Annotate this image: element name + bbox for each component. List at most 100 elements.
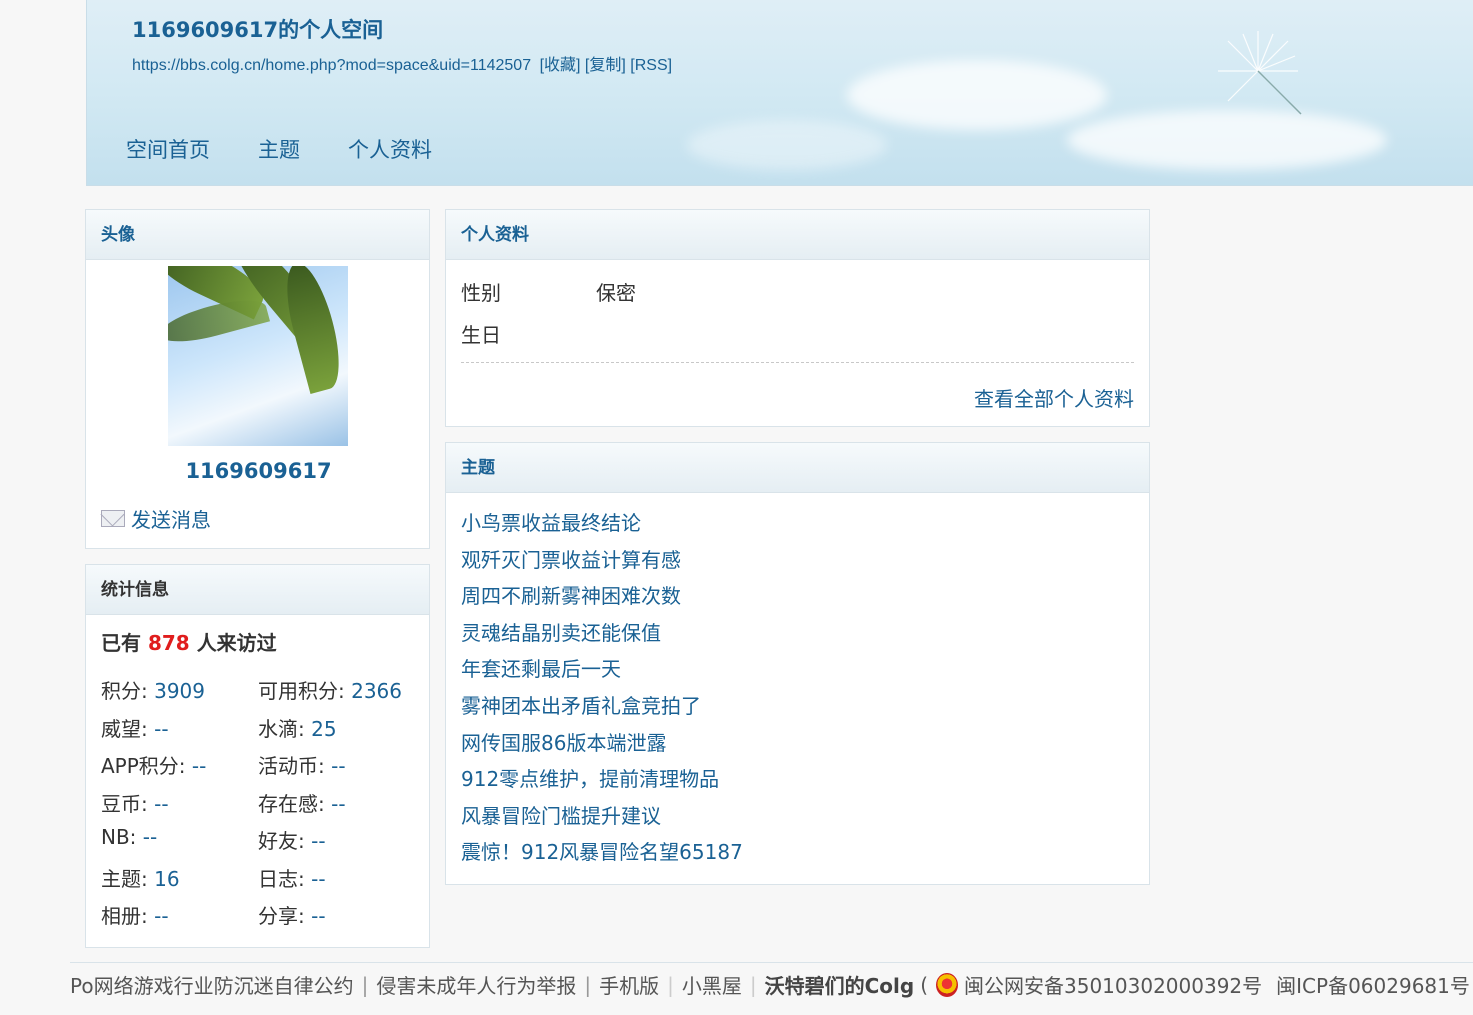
footer-link-mobile[interactable]: 手机版 bbox=[599, 970, 659, 999]
stat-value[interactable]: 25 bbox=[311, 717, 336, 741]
footer-separator: | bbox=[749, 972, 757, 997]
topic-link[interactable]: 雾神团本出矛盾礼盒竞拍了 bbox=[461, 694, 701, 718]
stat-item: 水滴: 25 bbox=[258, 713, 337, 742]
topic-link[interactable]: 震惊！912风暴冒险名望65187 bbox=[461, 840, 743, 864]
stat-item: 相册: -- bbox=[101, 900, 169, 929]
footer-link-selfdiscipline[interactable]: Po网络游戏行业防沉迷自律公约 bbox=[70, 970, 354, 999]
stat-label: 主题: bbox=[101, 866, 148, 891]
stat-value[interactable]: 16 bbox=[154, 867, 179, 891]
stat-item: 威望: -- bbox=[101, 713, 169, 742]
stat-label: 可用积分: bbox=[258, 679, 345, 703]
stat-label: 日志: bbox=[258, 866, 305, 891]
avatar[interactable] bbox=[168, 266, 348, 446]
stat-value[interactable]: -- bbox=[331, 754, 345, 778]
nav-topics[interactable]: 主题 bbox=[258, 134, 300, 164]
footer: Po网络游戏行业防沉迷自律公约 | 侵害未成年人行为举报 | 手机版 | 小黑屋… bbox=[70, 970, 1470, 999]
stat-item: 存在感: -- bbox=[258, 788, 346, 817]
stat-value[interactable]: -- bbox=[154, 717, 168, 741]
cloud-decoration bbox=[1067, 110, 1387, 170]
stat-value[interactable]: -- bbox=[192, 754, 206, 778]
topics-panel: 主题 小鸟票收益最终结论 观歼灭门票收益计算有感 周四不刷新雾神困难次数 灵魂结… bbox=[445, 442, 1150, 885]
list-item: 网传国服86版本端泄露 bbox=[461, 727, 743, 764]
stat-value[interactable]: -- bbox=[311, 867, 325, 891]
topic-link[interactable]: 灵魂结晶别卖还能保值 bbox=[461, 621, 661, 645]
stat-value[interactable]: -- bbox=[331, 792, 345, 816]
gender-label: 性别 bbox=[461, 281, 501, 305]
topic-link[interactable]: 周四不刷新雾神困难次数 bbox=[461, 584, 681, 608]
gender-row: 性别 保密 bbox=[461, 277, 636, 306]
stat-label: 积分: bbox=[101, 679, 148, 703]
mail-icon bbox=[101, 510, 125, 527]
footer-police-record[interactable]: 闽公网安备35010302000392号 bbox=[964, 970, 1262, 999]
stat-value[interactable]: -- bbox=[143, 825, 157, 849]
send-message-button[interactable]: 发送消息 bbox=[101, 504, 211, 533]
space-title: 1169609617的个人空间 bbox=[132, 18, 384, 42]
stat-item: NB: -- bbox=[101, 825, 157, 849]
favorite-link[interactable]: [收藏] bbox=[540, 57, 581, 74]
topic-link[interactable]: 小鸟票收益最终结论 bbox=[461, 511, 641, 535]
space-header: 1169609617的个人空间 https://bbs.colg.cn/home… bbox=[86, 0, 1473, 186]
footer-site-name[interactable]: 沃特碧们的Colg bbox=[765, 970, 915, 999]
footer-link-blacklist[interactable]: 小黑屋 bbox=[682, 970, 742, 999]
list-item: 小鸟票收益最终结论 bbox=[461, 507, 743, 544]
topic-link[interactable]: 年套还剩最后一天 bbox=[461, 657, 621, 681]
stat-item: 豆币: -- bbox=[101, 788, 169, 817]
stat-label: 相册: bbox=[101, 904, 148, 928]
stat-item: 好友: -- bbox=[258, 825, 326, 854]
stat-label: 威望: bbox=[101, 716, 148, 741]
space-url[interactable]: https://bbs.colg.cn/home.php?mod=space&u… bbox=[132, 57, 531, 74]
space-url-bar: https://bbs.colg.cn/home.php?mod=space&u… bbox=[132, 51, 672, 75]
view-all-profile-link[interactable]: 查看全部个人资料 bbox=[974, 383, 1134, 412]
rss-link[interactable]: [RSS] bbox=[630, 57, 672, 74]
stats-panel-heading: 统计信息 bbox=[86, 565, 429, 615]
stat-item: 积分: 3909 bbox=[101, 675, 205, 704]
cloud-decoration bbox=[687, 120, 887, 170]
police-badge-icon bbox=[936, 972, 958, 997]
stat-label: 活动币: bbox=[258, 754, 325, 778]
stat-label: NB: bbox=[101, 825, 137, 849]
divider bbox=[461, 362, 1134, 363]
visit-suffix: 人来访过 bbox=[196, 631, 277, 655]
space-nav: 空间首页 主题 个人资料 bbox=[126, 134, 480, 164]
stat-value[interactable]: -- bbox=[311, 904, 325, 928]
footer-icp-record[interactable]: 闽ICP备06029681号 bbox=[1276, 970, 1470, 999]
gender-value: 保密 bbox=[596, 281, 636, 305]
stat-value[interactable]: -- bbox=[311, 829, 325, 853]
visit-prefix: 已有 bbox=[101, 631, 141, 655]
topics-panel-heading: 主题 bbox=[446, 443, 1149, 493]
dandelion-decoration bbox=[1218, 31, 1302, 115]
stat-label: 水滴: bbox=[258, 716, 305, 741]
list-item: 雾神团本出矛盾礼盒竞拍了 bbox=[461, 690, 743, 727]
stat-value[interactable]: 2366 bbox=[351, 679, 402, 703]
stat-label: 好友: bbox=[258, 829, 305, 853]
nav-space-home[interactable]: 空间首页 bbox=[126, 134, 210, 164]
topic-link[interactable]: 观歼灭门票收益计算有感 bbox=[461, 548, 681, 572]
username-link[interactable]: 1169609617 bbox=[86, 459, 431, 483]
visit-number: 878 bbox=[147, 631, 190, 655]
footer-paren: ( bbox=[920, 972, 928, 997]
stat-label: APP积分: bbox=[101, 754, 186, 778]
stat-value[interactable]: -- bbox=[154, 904, 168, 928]
topic-link[interactable]: 912零点维护，提前清理物品 bbox=[461, 767, 719, 791]
nav-profile[interactable]: 个人资料 bbox=[348, 134, 432, 164]
stat-item: APP积分: -- bbox=[101, 750, 206, 779]
profile-panel-heading: 个人资料 bbox=[446, 210, 1149, 260]
stat-item: 主题: 16 bbox=[101, 863, 180, 892]
topic-link[interactable]: 风暴冒险门槛提升建议 bbox=[461, 804, 661, 828]
footer-link-report[interactable]: 侵害未成年人行为举报 bbox=[376, 970, 576, 999]
send-message-label: 发送消息 bbox=[131, 508, 211, 532]
stat-item: 分享: -- bbox=[258, 900, 326, 929]
footer-separator: | bbox=[584, 972, 592, 997]
list-item: 912零点维护，提前清理物品 bbox=[461, 763, 743, 800]
list-item: 灵魂结晶别卖还能保值 bbox=[461, 617, 743, 654]
stat-label: 存在感: bbox=[258, 791, 325, 816]
copy-link[interactable]: [复制] bbox=[585, 57, 626, 74]
avatar-panel: 头像 1169609617 发送消息 bbox=[85, 209, 430, 549]
palm-leaf bbox=[276, 266, 348, 394]
list-item: 震惊！912风暴冒险名望65187 bbox=[461, 836, 743, 873]
stat-value[interactable]: 3909 bbox=[154, 679, 205, 703]
stat-item: 日志: -- bbox=[258, 863, 326, 892]
topic-link[interactable]: 网传国服86版本端泄露 bbox=[461, 731, 666, 755]
birthday-row: 生日 bbox=[461, 319, 501, 348]
stat-value[interactable]: -- bbox=[154, 792, 168, 816]
